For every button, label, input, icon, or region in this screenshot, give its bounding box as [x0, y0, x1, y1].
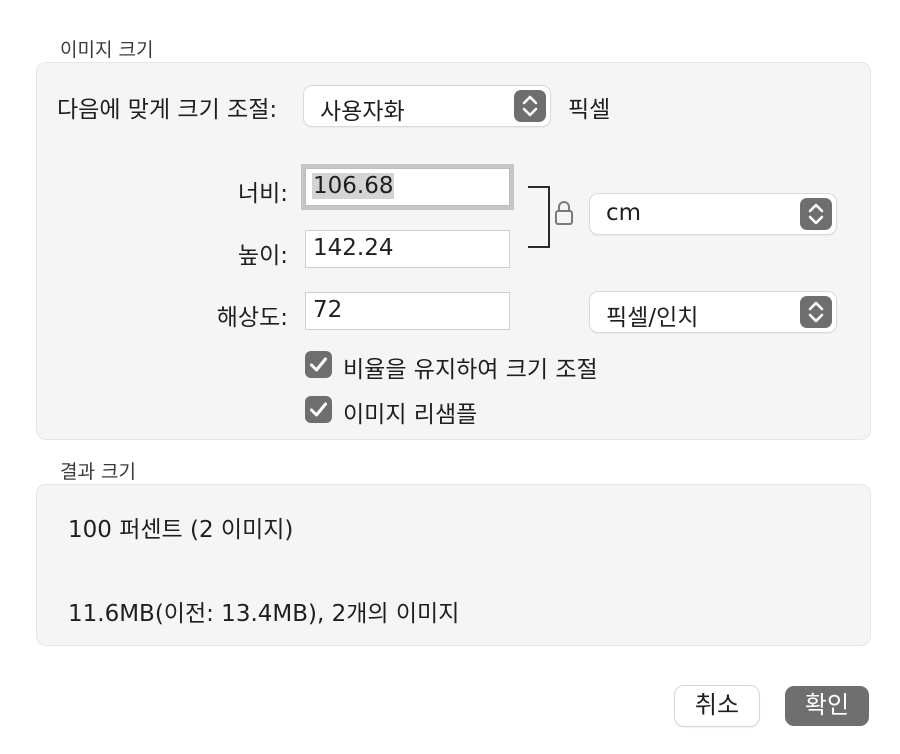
lock-icon[interactable] — [555, 200, 573, 230]
popup-chevrons-icon — [514, 90, 546, 122]
fit-unit-label: 픽셀 — [568, 97, 611, 123]
fit-popup-value: 사용자화 — [320, 99, 405, 125]
height-field[interactable]: 142.24 — [305, 230, 510, 268]
cancel-button[interactable]: 취소 — [675, 686, 759, 726]
dimension-unit-popup[interactable]: cm — [590, 194, 836, 234]
resolution-label: 해상도: — [216, 305, 288, 331]
width-field[interactable]: 106.68 — [305, 168, 510, 206]
resample-label[interactable]: 이미지 리샘플 — [343, 395, 477, 429]
width-label: 너비: — [237, 181, 288, 207]
result-percent: 100 퍼센트 (2 이미지) — [68, 517, 294, 543]
result-file-size: 11.6MB(이전: 13.4MB), 2개의 이미지 — [68, 601, 460, 627]
checkmark-icon — [310, 402, 327, 417]
resolution-field[interactable]: 72 — [305, 292, 510, 330]
fit-label: 다음에 맞게 크기 조절: — [57, 97, 278, 123]
popup-chevrons-icon — [800, 198, 832, 230]
scale-proportionally-checkbox[interactable] — [305, 351, 332, 378]
dimension-unit-value: cm — [606, 200, 642, 226]
resolution-value: 72 — [313, 297, 343, 323]
checkmark-icon — [310, 357, 327, 372]
image-size-section-title: 이미지 크기 — [60, 39, 154, 61]
resample-checkbox[interactable] — [305, 396, 332, 423]
scale-proportionally-label[interactable]: 비율을 유지하여 크기 조절 — [343, 350, 598, 384]
resolution-unit-popup[interactable]: 픽셀/인치 — [590, 292, 836, 332]
fit-popup[interactable]: 사용자화 — [304, 86, 550, 126]
link-bracket — [528, 186, 550, 248]
result-size-section-title: 결과 크기 — [60, 461, 136, 483]
height-label: 높이: — [237, 243, 288, 269]
resolution-unit-value: 픽셀/인치 — [606, 305, 699, 331]
popup-chevrons-icon — [800, 296, 832, 328]
width-value: 106.68 — [312, 173, 395, 199]
height-value: 142.24 — [313, 235, 394, 261]
ok-button[interactable]: 확인 — [785, 686, 869, 726]
